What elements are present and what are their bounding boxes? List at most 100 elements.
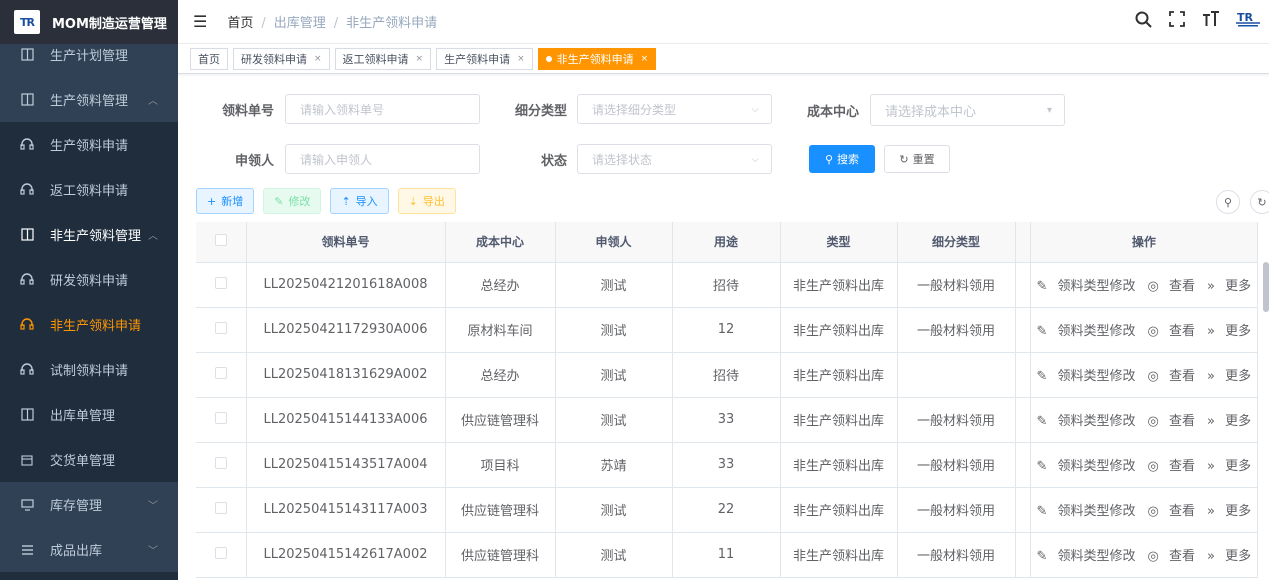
table-row[interactable]: LL20250415143117A003 供应链管理科 测试 22 非生产领料出库 一般材… [196,487,1259,533]
user-avatar[interactable]: TR [1235,10,1260,33]
sidebar-item-9[interactable]: 交货单管理 [0,437,178,482]
sidebar-item-2[interactable]: 生产领料申请 [0,122,178,167]
close-icon[interactable]: × [517,54,525,64]
search-button[interactable]: ⚲ 搜索 [809,145,875,173]
sidebar-item-4[interactable]: 非生产领料管理 ︿ [0,212,178,257]
view-link[interactable]: ◎ 查看 [1145,279,1199,294]
order-no-input[interactable]: 请输入领料单号 [285,94,480,124]
select-all-checkbox[interactable] [214,234,227,247]
edit-type-link[interactable]: ✎ 领料类型修改 [1034,369,1139,384]
applicant-input[interactable]: 请输入申领人 [285,144,480,174]
more-link[interactable]: » 更多 [1204,279,1254,294]
tag-label: 返工领料申请 [342,52,409,66]
cell-center: 原材料车间 [445,307,556,353]
view-link[interactable]: ◎ 查看 [1145,369,1199,384]
view-link[interactable]: ◎ 查看 [1145,324,1199,339]
import-button[interactable]: ⇡ 导入 [330,188,389,214]
edit-type-link[interactable]: ✎ 领料类型修改 [1034,279,1139,294]
more-link[interactable]: » 更多 [1204,504,1254,519]
cell-center: 供应链管理科 [445,532,556,578]
table-row[interactable]: LL20250415142617A002 供应链管理科 测试 11 非生产领料出库 一般材… [196,532,1259,578]
tag-3[interactable]: 生产领料申请 × [436,47,533,70]
more-link[interactable]: » 更多 [1204,414,1254,429]
view-link[interactable]: ◎ 查看 [1145,459,1199,474]
refresh-button[interactable]: ↻ [1250,190,1269,214]
sidebar-item-3[interactable]: 返工领料申请 [0,167,178,212]
edit-type-link[interactable]: ✎ 领料类型修改 [1034,414,1139,429]
hamburger-icon[interactable]: ☰ [193,12,207,31]
refresh-icon: ↻ [899,152,909,166]
row-checkbox[interactable] [214,456,227,469]
sidebar-item-5[interactable]: 研发领料申请 [0,257,178,302]
add-button-label: 新增 [221,195,244,208]
table-row[interactable]: LL20250415144133A006 供应链管理科 测试 33 非生产领料出库 一般材… [196,397,1259,443]
sidebar-item-7[interactable]: 试制领料申请 [0,347,178,392]
cell-center: 总经办 [445,262,556,308]
subtype-select[interactable]: 请选择细分类型 ⌵ [577,94,772,124]
view-link[interactable]: ◎ 查看 [1145,414,1199,429]
view-link[interactable]: ◎ 查看 [1145,504,1199,519]
view-link-label: 查看 [1169,459,1196,474]
edit-type-link[interactable]: ✎ 领料类型修改 [1034,549,1139,564]
view-link-label: 查看 [1169,549,1196,564]
tag-2[interactable]: 返工领料申请 × [334,47,432,70]
edit-type-link[interactable]: ✎ 领料类型修改 [1034,324,1139,339]
sidebar-item-10[interactable]: 库存管理 ﹀ [0,482,178,527]
app-logo-bar[interactable]: TR MOM制造运营管理 [0,0,178,44]
status-select[interactable]: 请选择状态 ⌵ [577,144,772,174]
fullscreen-icon[interactable] [1167,11,1187,32]
cost-center-select[interactable]: 请选择成本中心 ▾ [870,94,1065,126]
cell-spacer [1015,307,1031,353]
sidebar-item-1[interactable]: 生产领料管理 ︿ [0,77,178,122]
pencil-icon: ✎ [274,194,284,208]
column-header-2: 成本中心 [445,222,556,263]
sidebar-item-11[interactable]: 成品出库 ﹀ [0,527,178,572]
more-link[interactable]: » 更多 [1204,459,1254,474]
breadcrumb-home[interactable]: 首页 [227,16,253,31]
row-checkbox[interactable] [214,501,227,514]
font-size-icon[interactable] [1201,11,1221,32]
cell-person: 测试 [555,532,673,578]
tags-view: 首页 研发领料申请 × 返工领料申请 × 生产领料申请 × 非生产领料申请 × [178,44,1269,74]
more-link[interactable]: » 更多 [1204,549,1254,564]
column-header-3: 申领人 [555,222,673,263]
export-button[interactable]: ⇣ 导出 [397,188,456,214]
row-checkbox[interactable] [214,366,227,379]
more-link[interactable]: » 更多 [1204,369,1254,384]
caret-down-icon: ▾ [1046,104,1052,116]
more-link[interactable]: » 更多 [1204,324,1254,339]
search-icon[interactable] [1133,11,1153,33]
tag-0[interactable]: 首页 [190,47,228,70]
tag-1[interactable]: 研发领料申请 × [233,47,330,70]
double-chevron-right-icon: » [1207,459,1220,474]
edit-button[interactable]: ✎ 修改 [263,188,322,214]
edit-type-link[interactable]: ✎ 领料类型修改 [1034,504,1139,519]
row-checkbox[interactable] [214,321,227,334]
table-row[interactable]: LL20250421201618A008 总经办 测试 招待 非生产领料出库 一般材料领用… [196,262,1259,308]
table-row[interactable]: LL20250415143517A004 项目科 苏靖 33 非生产领料出库 一般材料领用… [196,442,1259,488]
eye-icon: ◎ [1147,549,1164,564]
toggle-search-button[interactable]: ⚲ [1216,190,1240,214]
row-checkbox[interactable] [214,546,227,559]
sidebar-item-6[interactable]: 非生产领料申请 [0,302,178,347]
table-scrollbar[interactable] [1263,262,1269,312]
view-link-label: 查看 [1169,369,1196,384]
table-row[interactable]: LL20250421172930A006 原材料车间 测试 12 非生产领料出库 一般材料… [196,307,1259,353]
row-checkbox[interactable] [214,411,227,424]
sidebar-item-8[interactable]: 出库单管理 [0,392,178,437]
row-select-cell [196,397,247,443]
close-icon[interactable]: × [641,54,649,64]
edit-type-link[interactable]: ✎ 领料类型修改 [1034,459,1139,474]
table-row[interactable]: LL20250418131629A002 总经办 测试 招待 非生产领料出库 ✎ 领料类型… [196,352,1259,398]
close-icon[interactable]: × [416,54,424,64]
add-button[interactable]: + 新增 [196,188,255,214]
double-chevron-right-icon: » [1207,279,1220,294]
search-button-label: 搜索 [837,153,860,166]
reset-button[interactable]: ↻ 重置 [884,145,950,173]
view-link[interactable]: ◎ 查看 [1145,549,1199,564]
tag-4[interactable]: 非生产领料申请 × [537,47,657,70]
eye-icon: ◎ [1147,414,1164,429]
row-checkbox[interactable] [214,276,227,289]
book-icon [20,228,34,242]
close-icon[interactable]: × [314,54,322,64]
